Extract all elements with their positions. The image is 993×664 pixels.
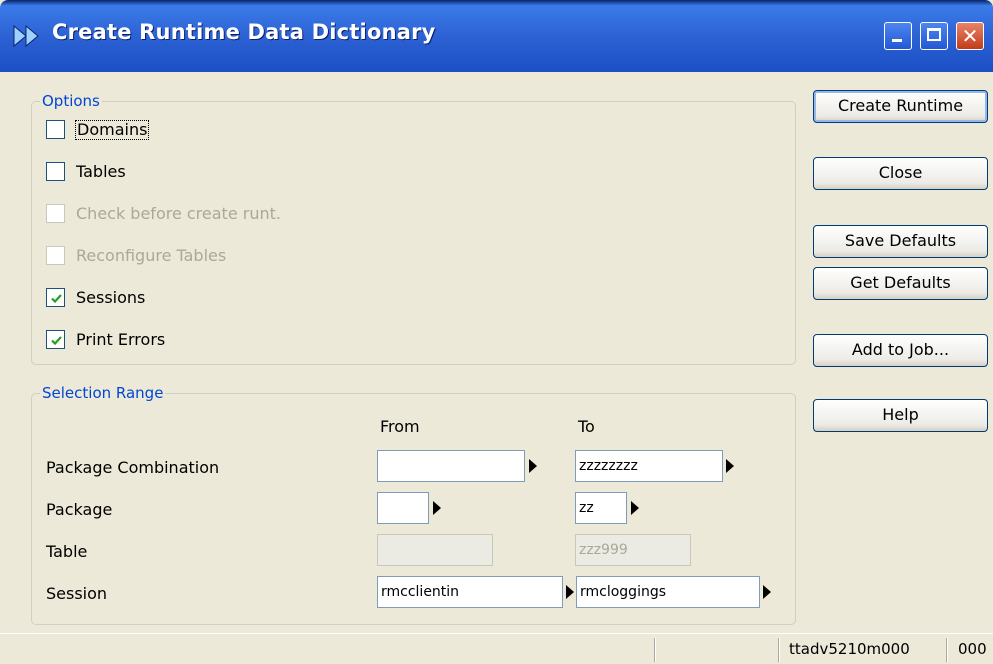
zoom-arrow-icon[interactable] bbox=[630, 501, 640, 515]
domains-checkbox[interactable] bbox=[46, 120, 65, 139]
table-to-input: zzz999 bbox=[575, 534, 691, 566]
sessions-label: Sessions bbox=[76, 288, 146, 307]
minimize-icon bbox=[892, 39, 902, 42]
print-errors-label: Print Errors bbox=[76, 330, 166, 349]
print-errors-checkbox[interactable] bbox=[46, 330, 65, 349]
table-from-input bbox=[377, 534, 493, 566]
table-label: Table bbox=[46, 542, 88, 561]
tables-label: Tables bbox=[76, 162, 126, 181]
zoom-arrow-icon[interactable] bbox=[432, 501, 442, 515]
package-from-input[interactable] bbox=[377, 492, 429, 524]
minimize-button[interactable] bbox=[884, 22, 912, 50]
selection-range-legend: Selection Range bbox=[40, 384, 166, 402]
company-code: 000 bbox=[958, 640, 987, 658]
close-window-button[interactable]: ✕ bbox=[956, 22, 984, 50]
package-combination-to-input[interactable]: zzzzzzzz bbox=[575, 450, 723, 482]
save-defaults-button[interactable]: Save Defaults bbox=[813, 225, 988, 258]
get-defaults-button[interactable]: Get Defaults bbox=[813, 267, 988, 300]
check-before-create-label: Check before create runt. bbox=[76, 204, 281, 223]
check-before-create-checkbox bbox=[46, 204, 65, 223]
package-combination-from-input[interactable] bbox=[377, 450, 525, 482]
to-header: To bbox=[578, 417, 595, 436]
options-group: Options bbox=[31, 92, 796, 365]
reconfigure-tables-checkbox bbox=[46, 246, 65, 265]
status-divider bbox=[654, 638, 655, 662]
window-title: Create Runtime Data Dictionary bbox=[52, 20, 436, 44]
maximize-icon bbox=[927, 28, 941, 41]
close-icon: ✕ bbox=[961, 24, 979, 48]
session-from-input[interactable]: rmcclientin bbox=[377, 576, 563, 608]
from-header: From bbox=[380, 417, 420, 436]
maximize-button[interactable] bbox=[920, 22, 948, 50]
close-button[interactable]: Close bbox=[813, 157, 988, 190]
help-button[interactable]: Help bbox=[813, 399, 988, 432]
package-label: Package bbox=[46, 500, 113, 519]
session-to-input[interactable]: rmcloggings bbox=[576, 576, 760, 608]
options-legend: Options bbox=[40, 92, 102, 110]
zoom-arrow-icon[interactable] bbox=[725, 459, 735, 473]
status-bar: ttadv5210m000 000 bbox=[0, 633, 993, 664]
app-icon bbox=[12, 24, 44, 48]
zoom-arrow-icon[interactable] bbox=[762, 585, 772, 599]
status-divider bbox=[946, 638, 947, 662]
add-to-job-button[interactable]: Add to Job... bbox=[813, 334, 988, 367]
dialog-window: Create Runtime Data Dictionary ✕ Options… bbox=[0, 0, 993, 664]
create-runtime-button[interactable]: Create Runtime bbox=[813, 90, 988, 123]
domains-label: Domains bbox=[75, 120, 150, 140]
package-to-input[interactable]: zz bbox=[575, 492, 627, 524]
title-bar[interactable]: Create Runtime Data Dictionary ✕ bbox=[0, 0, 993, 72]
zoom-arrow-icon[interactable] bbox=[565, 585, 575, 599]
status-divider bbox=[778, 638, 779, 662]
package-combination-label: Package Combination bbox=[46, 458, 220, 477]
session-code: ttadv5210m000 bbox=[789, 640, 910, 658]
tables-checkbox[interactable] bbox=[46, 162, 65, 181]
session-label: Session bbox=[46, 584, 108, 603]
checkmark-icon bbox=[51, 336, 62, 346]
zoom-arrow-icon[interactable] bbox=[528, 459, 538, 473]
sessions-checkbox[interactable] bbox=[46, 288, 65, 307]
checkmark-icon bbox=[51, 294, 62, 304]
reconfigure-tables-label: Reconfigure Tables bbox=[76, 246, 227, 265]
